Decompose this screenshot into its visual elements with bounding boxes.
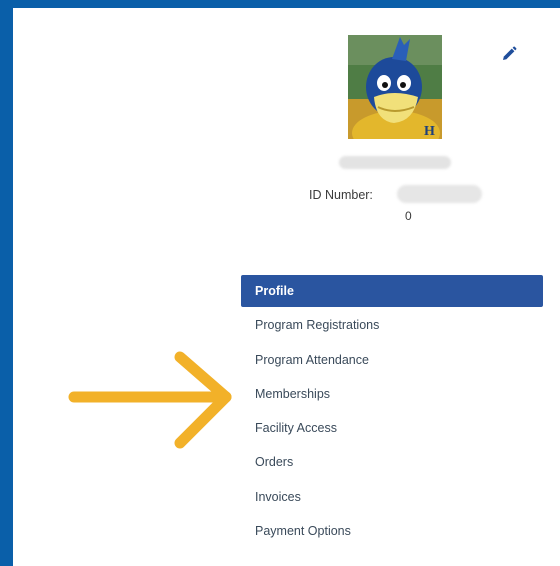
menu-item-payment-options[interactable]: Payment Options (241, 515, 543, 547)
redacted-id-number (397, 185, 482, 203)
profile-avatar: H (348, 35, 442, 139)
menu-item-program-registrations[interactable]: Program Registrations (241, 309, 543, 341)
redacted-user-name (339, 156, 451, 169)
profile-panel: H ID Number: 0 Profile Program Registrat… (13, 8, 560, 566)
menu-item-memberships[interactable]: Memberships (241, 378, 543, 410)
arrow-right-icon (68, 351, 232, 449)
edit-profile-button[interactable] (497, 42, 521, 66)
id-number-label: ID Number: (309, 188, 373, 202)
id-number-value: 0 (405, 209, 412, 223)
account-menu: Profile Program Registrations Program At… (241, 275, 543, 549)
svg-text:H: H (424, 124, 435, 139)
menu-item-orders[interactable]: Orders (241, 446, 543, 478)
menu-item-profile[interactable]: Profile (241, 275, 543, 307)
menu-item-program-attendance[interactable]: Program Attendance (241, 344, 543, 376)
pencil-icon (503, 46, 517, 60)
menu-item-invoices[interactable]: Invoices (241, 481, 543, 513)
menu-item-facility-access[interactable]: Facility Access (241, 412, 543, 444)
